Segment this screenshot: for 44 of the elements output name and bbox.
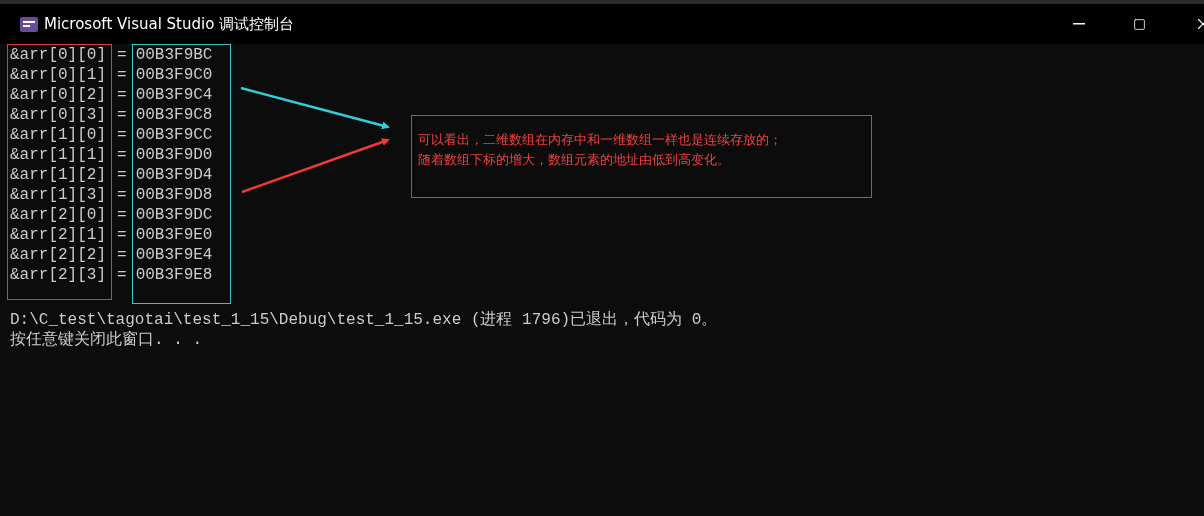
console-text: 按任意键关闭此窗口. . .: [10, 330, 203, 350]
console-text: &arr[1][0]: [10, 125, 106, 145]
console-text: &arr[2][0]: [10, 205, 106, 225]
console-text: &arr[0][1]: [10, 65, 106, 85]
console-text: =: [117, 205, 127, 225]
console-text: 00B3F9DC: [135, 205, 213, 225]
annotation-text: 随着数组下标的增大，数组元素的地址由低到高变化。: [418, 152, 731, 169]
console-text: =: [117, 145, 127, 165]
console-text: 00B3F9D4: [135, 165, 213, 185]
console-text: 00B3F9BC: [135, 45, 213, 65]
console-text: =: [117, 125, 127, 145]
console-text: &arr[0][3]: [10, 105, 106, 125]
console-text: =: [117, 245, 127, 265]
console-text: =: [117, 265, 127, 285]
console-text: 00B3F9CC: [135, 125, 213, 145]
window-title: Microsoft Visual Studio 调试控制台: [44, 14, 295, 34]
console-text: 00B3F9D0: [135, 145, 213, 165]
console-text: 00B3F9C4: [135, 85, 213, 105]
console-text: 00B3F9E8: [135, 265, 213, 285]
maximize-icon: [1133, 17, 1146, 31]
console-text: =: [117, 185, 127, 205]
annotation-text: 可以看出，二维数组在内存中和一维数组一样也是连续存放的；: [418, 132, 783, 149]
console-text: =: [117, 85, 127, 105]
console-text: 00B3F9C0: [135, 65, 213, 85]
console-text: 00B3F9E4: [135, 245, 213, 265]
console-text: &arr[2][3]: [10, 265, 106, 285]
console-text: 00B3F9C8: [135, 105, 213, 125]
console-app-icon: [20, 16, 38, 32]
console-text: =: [117, 65, 127, 85]
console-text: &arr[1][2]: [10, 165, 106, 185]
console-text: =: [117, 45, 127, 65]
console-text: 00B3F9E0: [135, 225, 213, 245]
console-text: &arr[2][2]: [10, 245, 106, 265]
console-text: &arr[1][1]: [10, 145, 106, 165]
console-text: D:\C_test\tagotai\test_1_15\Debug\test_1_15.exe (进程 1796)已退出，代码为 0。: [10, 310, 719, 330]
console-text: 00B3F9D8: [135, 185, 213, 205]
console-text: &arr[0][2]: [10, 85, 106, 105]
console-text: =: [117, 165, 127, 185]
console-text: &arr[1][3]: [10, 185, 106, 205]
console-text: =: [117, 225, 127, 245]
minimize-icon: [1073, 23, 1085, 25]
console-text: =: [117, 105, 127, 125]
console-text: &arr[2][1]: [10, 225, 106, 245]
console-text: &arr[0][0]: [10, 45, 106, 65]
